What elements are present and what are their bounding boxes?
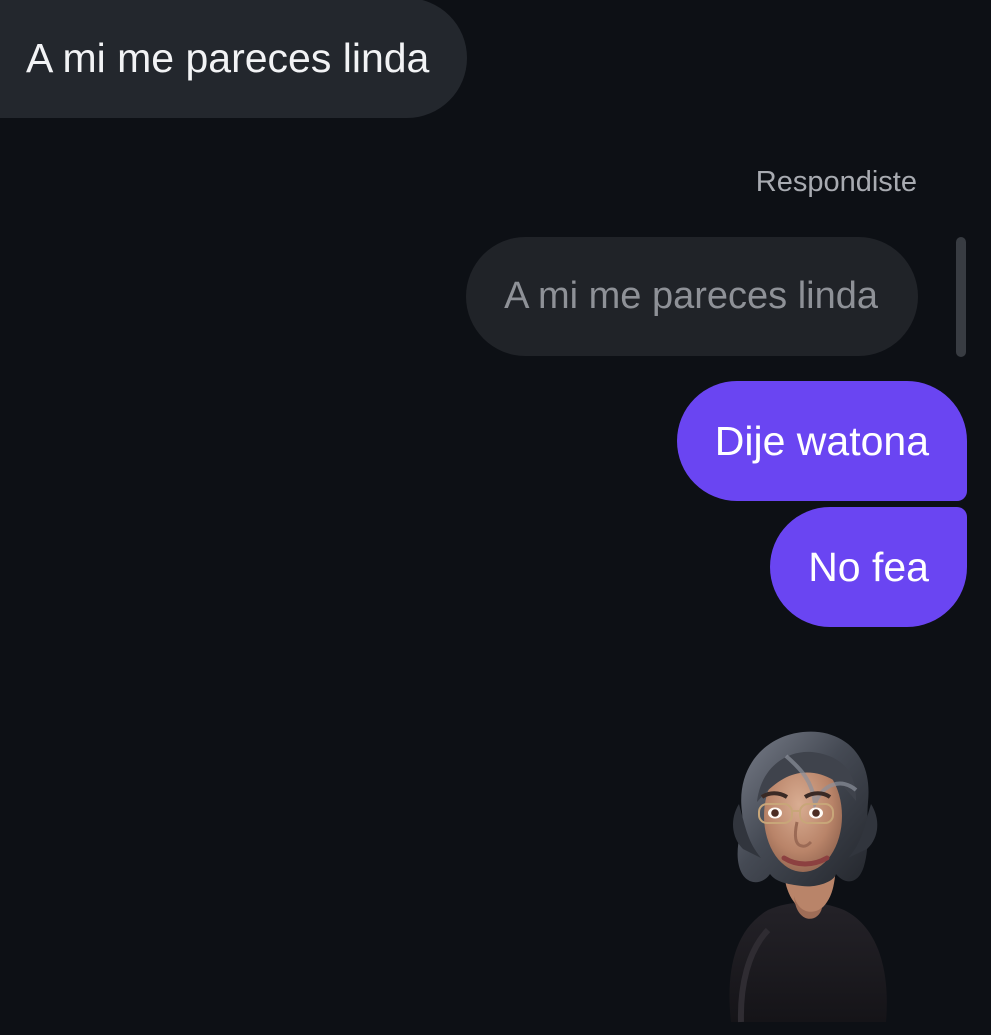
- reply-indicator-label: Respondiste: [755, 166, 917, 198]
- reply-quote-bar: [956, 237, 966, 357]
- outgoing-message-bubble[interactable]: No fea: [770, 507, 967, 627]
- quoted-reply-bubble[interactable]: A mi me pareces linda: [466, 237, 918, 356]
- outgoing-message-bubble[interactable]: Dije watona: [676, 381, 967, 501]
- user-avatar-icon[interactable]: [706, 726, 904, 1024]
- incoming-message-bubble[interactable]: A mi me pareces linda: [0, 0, 468, 118]
- chat-thread: A mi me pareces linda Respondiste A mi m…: [0, 0, 991, 1035]
